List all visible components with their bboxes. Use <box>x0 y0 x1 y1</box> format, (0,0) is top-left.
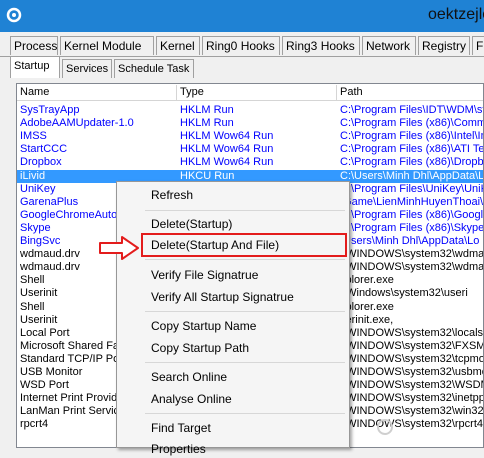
menu-item-verify-all-startup-signature[interactable]: Verify All Startup Signatrue <box>151 288 294 306</box>
cell-name: StartCCC <box>20 143 68 156</box>
cell-path: C:\Program Files (x86)\ATI Te <box>340 143 484 156</box>
app-icon <box>6 7 22 23</box>
cell-path: xplorer.exe <box>340 300 394 313</box>
cell-type: HKLM Wow64 Run <box>180 130 274 143</box>
menu-item-search-online[interactable]: Search Online <box>151 368 227 386</box>
cell-path: C:\Program Files (x86)\Commo <box>340 117 484 130</box>
cell-path: C:\Program Files (x86)\Intel\In <box>340 130 484 143</box>
menu-separator <box>145 311 345 312</box>
table-row[interactable]: AdobeAAMUpdater-1.0 HKLM Run C:\Program Fi… <box>17 117 483 130</box>
main-tab-bar: Process Kernel Module Kernel Ring0 Hooks Rin… <box>0 32 484 57</box>
cell-type: HKLM Wow64 Run <box>180 143 274 156</box>
tab-kernel-module[interactable]: Kernel Module <box>60 36 154 55</box>
tab-network[interactable]: Network <box>362 36 416 55</box>
window-title: oektzejlo <box>428 6 484 23</box>
cell-type: HKLM Run <box>180 117 234 130</box>
cell-path: C:\Program Files\IDT\WDM\st <box>340 104 484 116</box>
cell-name: SysTrayApp <box>20 104 80 116</box>
cell-path: :\WINDOWS\system32\localsp <box>340 326 484 339</box>
cell-path: :\WINDOWS\system32\usbmo <box>340 366 484 378</box>
cell-path: \Users\Minh Dhl\AppData\Lo <box>340 235 480 247</box>
context-menu: Refresh Delete(Startup) Delete(Startup A… <box>116 181 350 456</box>
menu-item-analyse-online[interactable]: Analyse Online <box>151 390 232 408</box>
tab-kernel[interactable]: Kernel <box>156 36 200 55</box>
cell-name: IMSS <box>20 130 47 143</box>
list-header: Name Type Path <box>17 84 483 101</box>
tab-ring3-hooks[interactable]: Ring3 Hooks <box>282 36 360 55</box>
menu-item-verify-file-signature[interactable]: Verify File Signatrue <box>151 266 258 284</box>
cell-path: :\WINDOWS\system32\FXSMO <box>340 339 484 352</box>
cell-path: :\WINDOWS\system32\wdma <box>340 248 484 261</box>
tab-ring0-hooks[interactable]: Ring0 Hooks <box>202 36 280 55</box>
arrow-right-icon <box>99 236 139 260</box>
cell-path: :\WINDOWS\system32\WSDMo <box>340 379 484 392</box>
table-row[interactable]: Dropbox HKLM Wow64 Run C:\Program Files (x… <box>17 156 483 169</box>
table-row[interactable]: SysTrayApp HKLM Run C:\Program Files\IDT\W… <box>17 104 483 117</box>
menu-item-properties[interactable]: Properties <box>151 440 206 458</box>
cell-type: HKLM Wow64 Run <box>180 156 274 169</box>
menu-item-delete-startup[interactable]: Delete(Startup) <box>151 215 232 233</box>
cell-type: HKLM Run <box>180 104 234 116</box>
tab-fi[interactable]: Fi <box>472 36 484 55</box>
cell-path: C:\Program Files (x86)\Google <box>340 208 484 221</box>
menu-item-find-target[interactable]: Find Target <box>151 419 211 437</box>
menu-item-copy-startup-name[interactable]: Copy Startup Name <box>151 317 256 335</box>
cell-path: serinit.exe, <box>340 313 394 326</box>
cell-path: C:\Program Files (x86)\Skype\ <box>340 221 484 234</box>
tab-process[interactable]: Process <box>10 36 58 55</box>
title-bar: oektzejlo <box>0 0 484 32</box>
cell-name: Dropbox <box>20 156 62 169</box>
cell-path: C:\Users\Minh Dhl\AppData\Lo <box>340 169 484 182</box>
menu-separator <box>145 413 345 414</box>
subtab-services[interactable]: Services <box>62 59 112 78</box>
tab-registry[interactable]: Registry <box>418 36 470 55</box>
cell-name: AdobeAAMUpdater-1.0 <box>20 117 134 130</box>
cell-path: :\WINDOWS\system32\wdma <box>340 261 484 274</box>
menu-separator <box>145 259 345 260</box>
column-header-path[interactable]: Path <box>337 85 483 100</box>
menu-item-copy-startup-path[interactable]: Copy Startup Path <box>151 339 249 357</box>
menu-separator <box>145 362 345 363</box>
highlight-box <box>141 233 347 257</box>
cell-path: \Game\LienMinhHuyenThoai\ <box>340 195 484 208</box>
subtab-schedule-task[interactable]: Schedule Task <box>114 59 194 78</box>
column-header-type[interactable]: Type <box>177 85 337 100</box>
cell-path: :\Windows\system32\useri <box>340 287 468 300</box>
cell-path: :\WINDOWS\system32\tcpmo <box>340 352 484 365</box>
cell-path: :\WINDOWS\system32\inetpp <box>340 392 484 405</box>
cell-path: xplorer.exe <box>340 274 394 287</box>
subtab-startup[interactable]: Startup <box>10 56 60 78</box>
sub-tab-bar: Startup Services Schedule Task <box>10 56 484 78</box>
column-header-name[interactable]: Name <box>17 85 177 100</box>
menu-item-refresh[interactable]: Refresh <box>151 186 193 204</box>
table-row[interactable]: IMSS HKLM Wow64 Run C:\Program Files (x86)… <box>17 130 483 143</box>
menu-separator <box>145 210 345 211</box>
watermark-icon <box>377 419 393 435</box>
cell-path: C:\Program Files (x86)\Dropbo <box>340 156 484 169</box>
table-row[interactable]: StartCCC HKLM Wow64 Run C:\Program Files (… <box>17 143 483 156</box>
cell-path: C:\Program Files\UniKey\UniKe <box>340 182 484 195</box>
